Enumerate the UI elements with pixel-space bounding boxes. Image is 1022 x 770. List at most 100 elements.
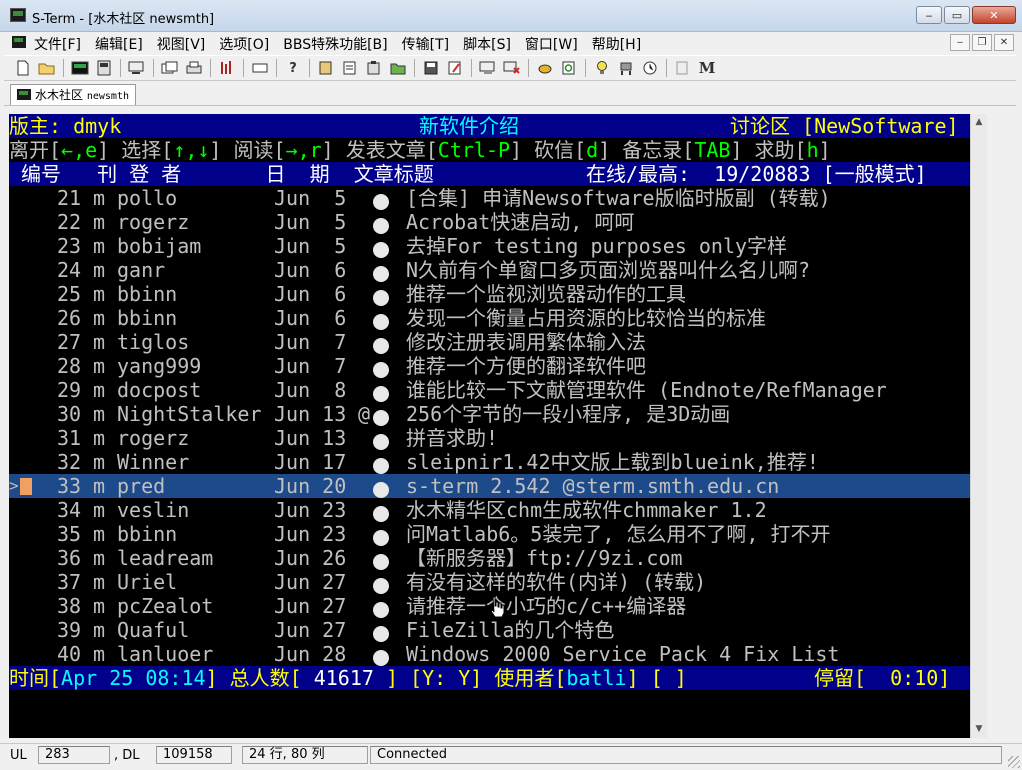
refresh-icon[interactable] [558,58,580,78]
menu-edit[interactable]: 编辑[E] [95,34,143,54]
unread-dot-icon [373,430,389,450]
copy-text-icon[interactable] [339,58,361,78]
row-date: Jun 27 [274,594,347,618]
row-flag: m [93,498,106,522]
menu-script[interactable]: 脚本[S] [463,34,511,54]
article-row[interactable]: 31 m rogerz Jun 13 拼音求助! [9,426,970,450]
toolbar-separator [210,59,211,77]
article-row[interactable]: 35 m bbinn Jun 23 问Matlab6。5装完了, 怎么用不了啊, 打不… [9,522,970,546]
article-row[interactable]: 26 m bbinn Jun 6 发现一个衡量占用资源的比较恰当的标准 [9,306,970,330]
help-leave-key: ←,e [61,138,98,162]
toolbar-separator [153,59,154,77]
article-row[interactable]: 30 m NightStalker Jun 13 @256个字节的一段小程序, 是3D动… [9,402,970,426]
print-icon[interactable] [183,58,205,78]
article-row[interactable]: 28 m yang999 Jun 7 推荐一个方便的翻译软件吧 [9,354,970,378]
mdi-restore-button[interactable]: ❐ [972,34,992,51]
resize-grip-icon[interactable] [1008,756,1020,768]
menu-window[interactable]: 窗口[W] [525,34,578,54]
unread-dot-icon [373,406,389,426]
copy-icon[interactable] [159,58,181,78]
article-row[interactable]: 22 m rogerz Jun 5 Acrobat快速启动, 呵呵 [9,210,970,234]
lightbulb-icon[interactable] [591,58,613,78]
help-select: ] 选择[ [97,138,174,162]
row-author: pcZealot [117,594,214,618]
row-date: Jun 23 [274,522,347,546]
menu-options[interactable]: 选项[O] [219,34,269,54]
app-icon[interactable] [10,8,26,22]
menu-transfer[interactable]: 传输[T] [402,34,449,54]
row-author: bobijam [117,234,202,258]
row-mark [358,594,370,618]
menu-help[interactable]: 帮助[H] [592,34,641,54]
row-title: Windows 2000 Service Pack 4 Fix List [406,642,840,666]
scroll-down-arrow-icon[interactable]: ▼ [971,721,987,738]
window-icon[interactable] [249,58,271,78]
toolbar-separator [120,59,121,77]
help-line: 离开[←,e] 选择[↑,↓] 阅读[→,r] 发表文章[Ctrl-P] 砍信[… [9,138,970,162]
row-mark [358,474,370,498]
unread-dot-icon [373,550,389,570]
menu-bbs[interactable]: BBS特殊功能[B] [283,34,387,54]
window-title: S-Term - [水木社区 newsmth] [32,12,215,27]
terminal-scrollbar[interactable]: ▲ ▼ [970,114,987,738]
maximize-button[interactable]: ▭ [944,6,970,24]
row-flag: m [93,570,106,594]
row-title: 拼音求助! [406,426,499,450]
delete-icon[interactable] [501,58,523,78]
board-name: 讨论区 [NewSoftware] [730,114,959,138]
article-row[interactable]: 25 m bbinn Jun 6 推荐一个监视浏览器动作的工具 [9,282,970,306]
address-book-icon[interactable] [93,58,115,78]
article-row[interactable]: 21 m pollo Jun 5 [合集] 申请Newsoftware版临时版副 (转… [9,186,970,210]
menu-file[interactable]: 文件[F] [34,34,81,54]
minimize-button[interactable]: ‒ [916,6,942,24]
help-icon[interactable]: ? [282,58,304,78]
robot-icon[interactable] [615,58,637,78]
help-help-key: h [806,138,819,162]
tab-newsmth[interactable]: 水木社区 newsmth [10,84,136,105]
article-row[interactable]: 32 m Winner Jun 17 sleipnir1.42中文版上载到bluein… [9,450,970,474]
m-icon[interactable]: M [696,58,718,78]
menu-view[interactable]: 视图[V] [157,34,206,54]
row-date: Jun 23 [274,498,347,522]
mdi-minimize-button[interactable]: ‒ [950,34,970,51]
row-number: 31 [57,426,82,450]
session-tab-bar: 水木社区 newsmth [4,82,1016,106]
folder-icon[interactable] [387,58,409,78]
help-read: ] 阅读[ [209,138,286,162]
article-row[interactable]: 27 m tiglos Jun 7 修改注册表调用繁体输入法 [9,330,970,354]
article-row[interactable]: 34 m veslin Jun 23 水木精华区chm生成软件chmmaker 1.2 [9,498,970,522]
paste-icon[interactable] [315,58,337,78]
terminal-screen[interactable]: 版主: dmyk 新软件介绍 讨论区 [NewSoftware] 离开[←,e]… [9,114,970,738]
bee-icon[interactable] [534,58,556,78]
document-menu-icon[interactable] [12,36,26,48]
row-author: bbinn [117,306,178,330]
article-row[interactable]: 37 m Uriel Jun 27 有没有这样的软件(内详) (转载) [9,570,970,594]
new-file-icon[interactable] [12,58,34,78]
clipboard-icon[interactable] [363,58,385,78]
article-row[interactable]: 36 m leadream Jun 26 【新服务器】ftp://9zi.com [9,546,970,570]
document-icon[interactable] [672,58,694,78]
article-row[interactable]: 39 m Quaful Jun 27 FileZilla的几个特色 [9,618,970,642]
scroll-up-arrow-icon[interactable]: ▲ [971,114,987,131]
row-date: Jun 20 [274,474,347,498]
mdi-close-button[interactable]: ✕ [994,34,1014,51]
disconnect-icon[interactable] [126,58,148,78]
article-row[interactable]: 24 m ganr Jun 6 N久前有个单窗口多页面浏览器叫什么名儿啊? [9,258,970,282]
row-number: 21 [57,186,82,210]
equalizer-icon[interactable] [216,58,238,78]
row-author: Winner [117,450,190,474]
edit-icon[interactable] [444,58,466,78]
clock-icon[interactable] [639,58,661,78]
toolbar-separator [243,59,244,77]
menu-bar: 文件[F] 编辑[E] 视图[V] 选项[O] BBS特殊功能[B] 传输[T]… [0,32,1022,54]
article-row-selected[interactable]: >33 m pred Jun 20 s-term 2.542 @sterm.smth.… [9,474,970,498]
send-icon[interactable] [477,58,499,78]
save-icon[interactable] [420,58,442,78]
open-folder-icon[interactable] [36,58,58,78]
green-screen-icon[interactable] [69,58,91,78]
article-row[interactable]: 29 m docpost Jun 8 谁能比较一下文献管理软件 (Endnote/Re… [9,378,970,402]
article-row[interactable]: 40 m lanluoer Jun 28 Windows 2000 Service P… [9,642,970,666]
article-row[interactable]: 23 m bobijam Jun 5 去掉For testing purposes o… [9,234,970,258]
close-button[interactable]: ✕ [972,6,1016,24]
column-header: 编号 刊 登 者 日 期 文章标题 在线/最高: 19/20883 [一般模式] [9,162,970,186]
